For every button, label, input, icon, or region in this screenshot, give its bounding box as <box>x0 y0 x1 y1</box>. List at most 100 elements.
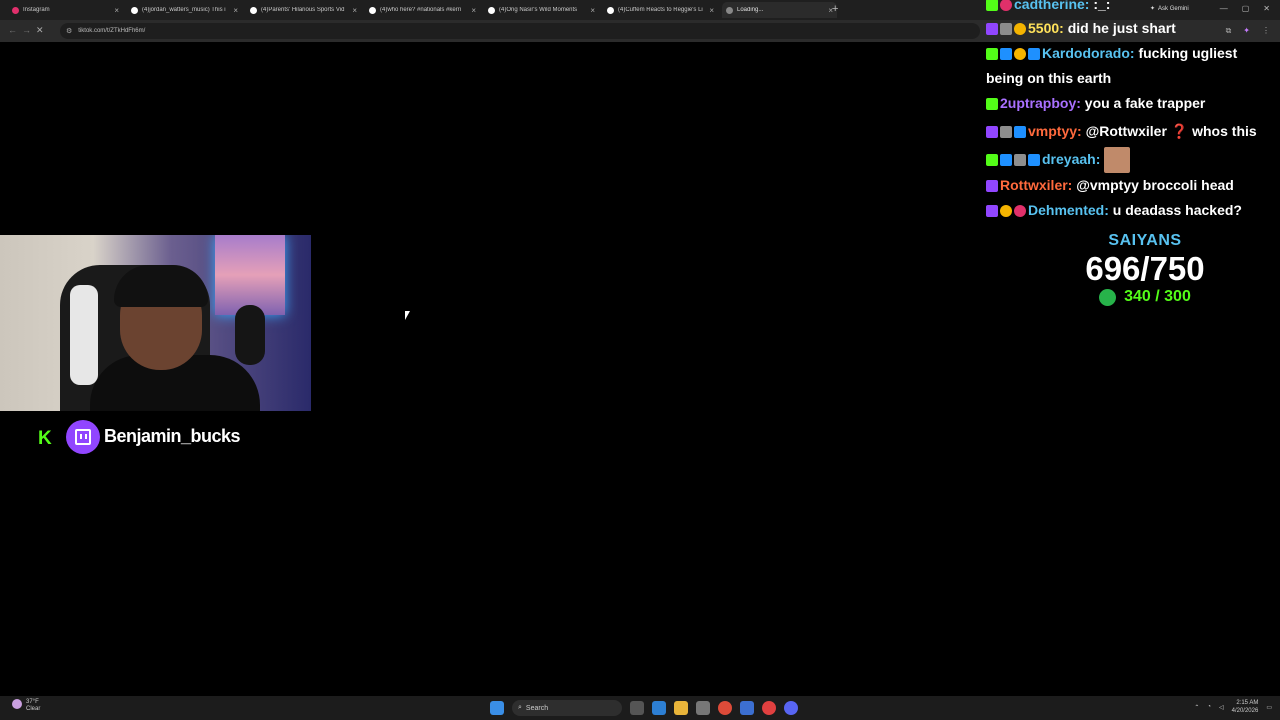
blue-badge-icon <box>1028 48 1040 61</box>
chat-text: being on this earth <box>986 70 1112 86</box>
chat-badges <box>986 0 1012 12</box>
tab-favicon-icon <box>607 6 614 14</box>
chrome-icon[interactable] <box>718 701 732 715</box>
close-window-icon[interactable]: ✕ <box>1263 4 1270 13</box>
menu-icon[interactable]: ⋮ <box>1262 26 1270 36</box>
back-icon[interactable]: ← <box>8 25 17 35</box>
blue-badge-icon <box>1000 48 1012 61</box>
chat-badges <box>986 180 998 193</box>
gemini-icon: ✦ <box>1150 6 1156 12</box>
chat-message: 2uptrapboy: you a fake trapper <box>986 91 1205 116</box>
kick-logo-icon: K <box>38 428 52 449</box>
minimize-icon[interactable]: — <box>1220 4 1228 13</box>
clock[interactable]: 2:15 AM 4/20/2026 <box>1232 699 1259 715</box>
gold-badge-icon <box>1000 205 1012 218</box>
streamer-name: Benjamin_bucks <box>104 426 241 446</box>
tab-close-icon[interactable]: × <box>233 6 238 15</box>
chat-username: dreyaah: <box>1042 151 1101 167</box>
blue-badge-icon <box>1014 126 1026 139</box>
maximize-icon[interactable]: ▢ <box>1242 4 1250 13</box>
tab-close-icon[interactable]: × <box>590 6 595 15</box>
notifications-icon[interactable]: ▭ <box>1266 704 1272 711</box>
tab-title: (4)Parents' Hilarious Sports Vid <box>261 7 345 13</box>
chat-message: vmptyy: @Rottwxiler ❓ whos this <box>986 119 1257 144</box>
system-tray: ⌃ ◔ ◁ 2:15 AM 4/20/2026 ▭ <box>1194 699 1272 715</box>
tab-close-icon[interactable]: × <box>709 6 714 15</box>
url-field[interactable]: ⚙ tiktok.com/t/ZTkHdFh6m/ <box>60 23 980 39</box>
weather-widget[interactable]: 37°F Clear <box>12 699 40 713</box>
chat-username: vmptyy: <box>1028 123 1082 139</box>
stop-loading-icon[interactable]: ✕ <box>36 25 44 36</box>
browser-tab[interactable]: Instagram × <box>8 2 123 18</box>
grey-badge-icon <box>1014 154 1026 167</box>
start-icon[interactable] <box>490 701 504 715</box>
ask-gemini-label: Ask Gemini <box>1158 5 1189 12</box>
obs-icon[interactable] <box>762 701 776 715</box>
mouse-cursor-icon <box>405 311 410 320</box>
goal-sub-text: 340 / 300 <box>1124 288 1191 305</box>
chat-message: Kardodorado: fucking ugliest <box>986 41 1237 66</box>
app-icon[interactable] <box>740 701 754 715</box>
site-info-icon[interactable]: ⚙ <box>66 27 72 35</box>
windows-taskbar: 37°F Clear ⌕ Search ⌃ ◔ ◁ 2:15 AM 4/20/2… <box>0 696 1280 720</box>
gemini-toolbar-icon[interactable]: ✦ <box>1243 26 1250 36</box>
chair-stripe <box>70 285 98 385</box>
chat-username: Rottwxiler: <box>1000 177 1073 193</box>
tab-favicon-icon <box>488 6 495 14</box>
tab-close-icon[interactable]: × <box>114 6 119 15</box>
weather-temp: 37°F <box>26 699 39 705</box>
browser-tab[interactable]: Loading... × <box>722 2 837 18</box>
heart-badge-icon <box>1014 205 1026 218</box>
chat-message: cadtherine: :_: <box>986 0 1110 17</box>
grey-badge-icon <box>1000 126 1012 139</box>
browser-tab[interactable]: (4)jordan_watters_music) This i × <box>127 2 242 18</box>
tray-chevron-icon[interactable]: ⌃ <box>1194 704 1199 711</box>
taskbar-search-label: Search <box>525 704 549 712</box>
grey-badge-icon <box>1000 23 1012 36</box>
chat-text: @Rottwxiler ❓ whos this <box>1081 123 1257 139</box>
file-explorer-icon[interactable] <box>674 701 688 715</box>
tab-close-icon[interactable]: × <box>352 6 357 15</box>
edge-icon[interactable] <box>652 701 666 715</box>
twitch-badge-icon <box>986 23 998 36</box>
browser-tab[interactable]: (4)Cuffem Reacts to Reggie's Li × <box>603 2 718 18</box>
browser-tab[interactable]: (4)who here? #nationals #kerri × <box>365 2 480 18</box>
ask-gemini-button[interactable]: ✦ Ask Gemini <box>1150 5 1189 13</box>
tab-title: Loading... <box>737 7 764 13</box>
wifi-icon[interactable]: ◔ <box>1207 704 1211 710</box>
webcam-feed <box>0 235 311 411</box>
extensions-icon[interactable]: ⧉ <box>1226 26 1232 36</box>
forward-icon[interactable]: → <box>22 25 31 35</box>
new-tab-button[interactable]: + <box>832 3 838 15</box>
gold-badge-icon <box>1014 23 1026 36</box>
tab-favicon-icon <box>12 6 19 14</box>
chat-badges <box>986 98 998 111</box>
wall-poster <box>215 235 285 315</box>
chat-username: Dehmented: <box>1028 202 1109 218</box>
chat-message: dreyaah: <box>986 147 1131 174</box>
chat-username: cadtherine: <box>1014 0 1090 12</box>
settings-icon[interactable] <box>696 701 710 715</box>
volume-icon[interactable]: ◁ <box>1219 704 1224 711</box>
browser-tab[interactable]: (4)Parents' Hilarious Sports Vid × <box>246 2 361 18</box>
task-view-icon[interactable] <box>630 701 644 715</box>
chat-badges <box>986 205 1026 218</box>
kick-badge-icon <box>986 0 998 12</box>
gold-badge-icon <box>1014 48 1026 61</box>
taskbar-search[interactable]: ⌕ Search <box>512 700 622 716</box>
goal-sub: 340 / 300 <box>1045 288 1245 306</box>
discord-icon[interactable] <box>784 701 798 715</box>
twitch-badge-icon <box>986 180 998 193</box>
clock-date: 4/20/2026 <box>1231 708 1259 714</box>
chat-badges <box>986 23 1026 36</box>
tab-title: Instagram <box>23 7 50 13</box>
chat-text: did he just shart <box>1063 20 1176 36</box>
weather-condition: Clear <box>26 706 41 712</box>
chat-username: Kardodorado: <box>1042 45 1135 61</box>
streamer-hat <box>114 265 208 307</box>
chat-message: Rottwxiler: @vmptyy broccoli head <box>986 173 1234 198</box>
tab-close-icon[interactable]: × <box>471 6 476 15</box>
browser-tab[interactable]: (4)Ong Nasir's Wild Moments × <box>484 2 599 18</box>
twitch-badge-icon <box>986 205 998 218</box>
chat-text: u deadass hacked? <box>1108 202 1242 218</box>
